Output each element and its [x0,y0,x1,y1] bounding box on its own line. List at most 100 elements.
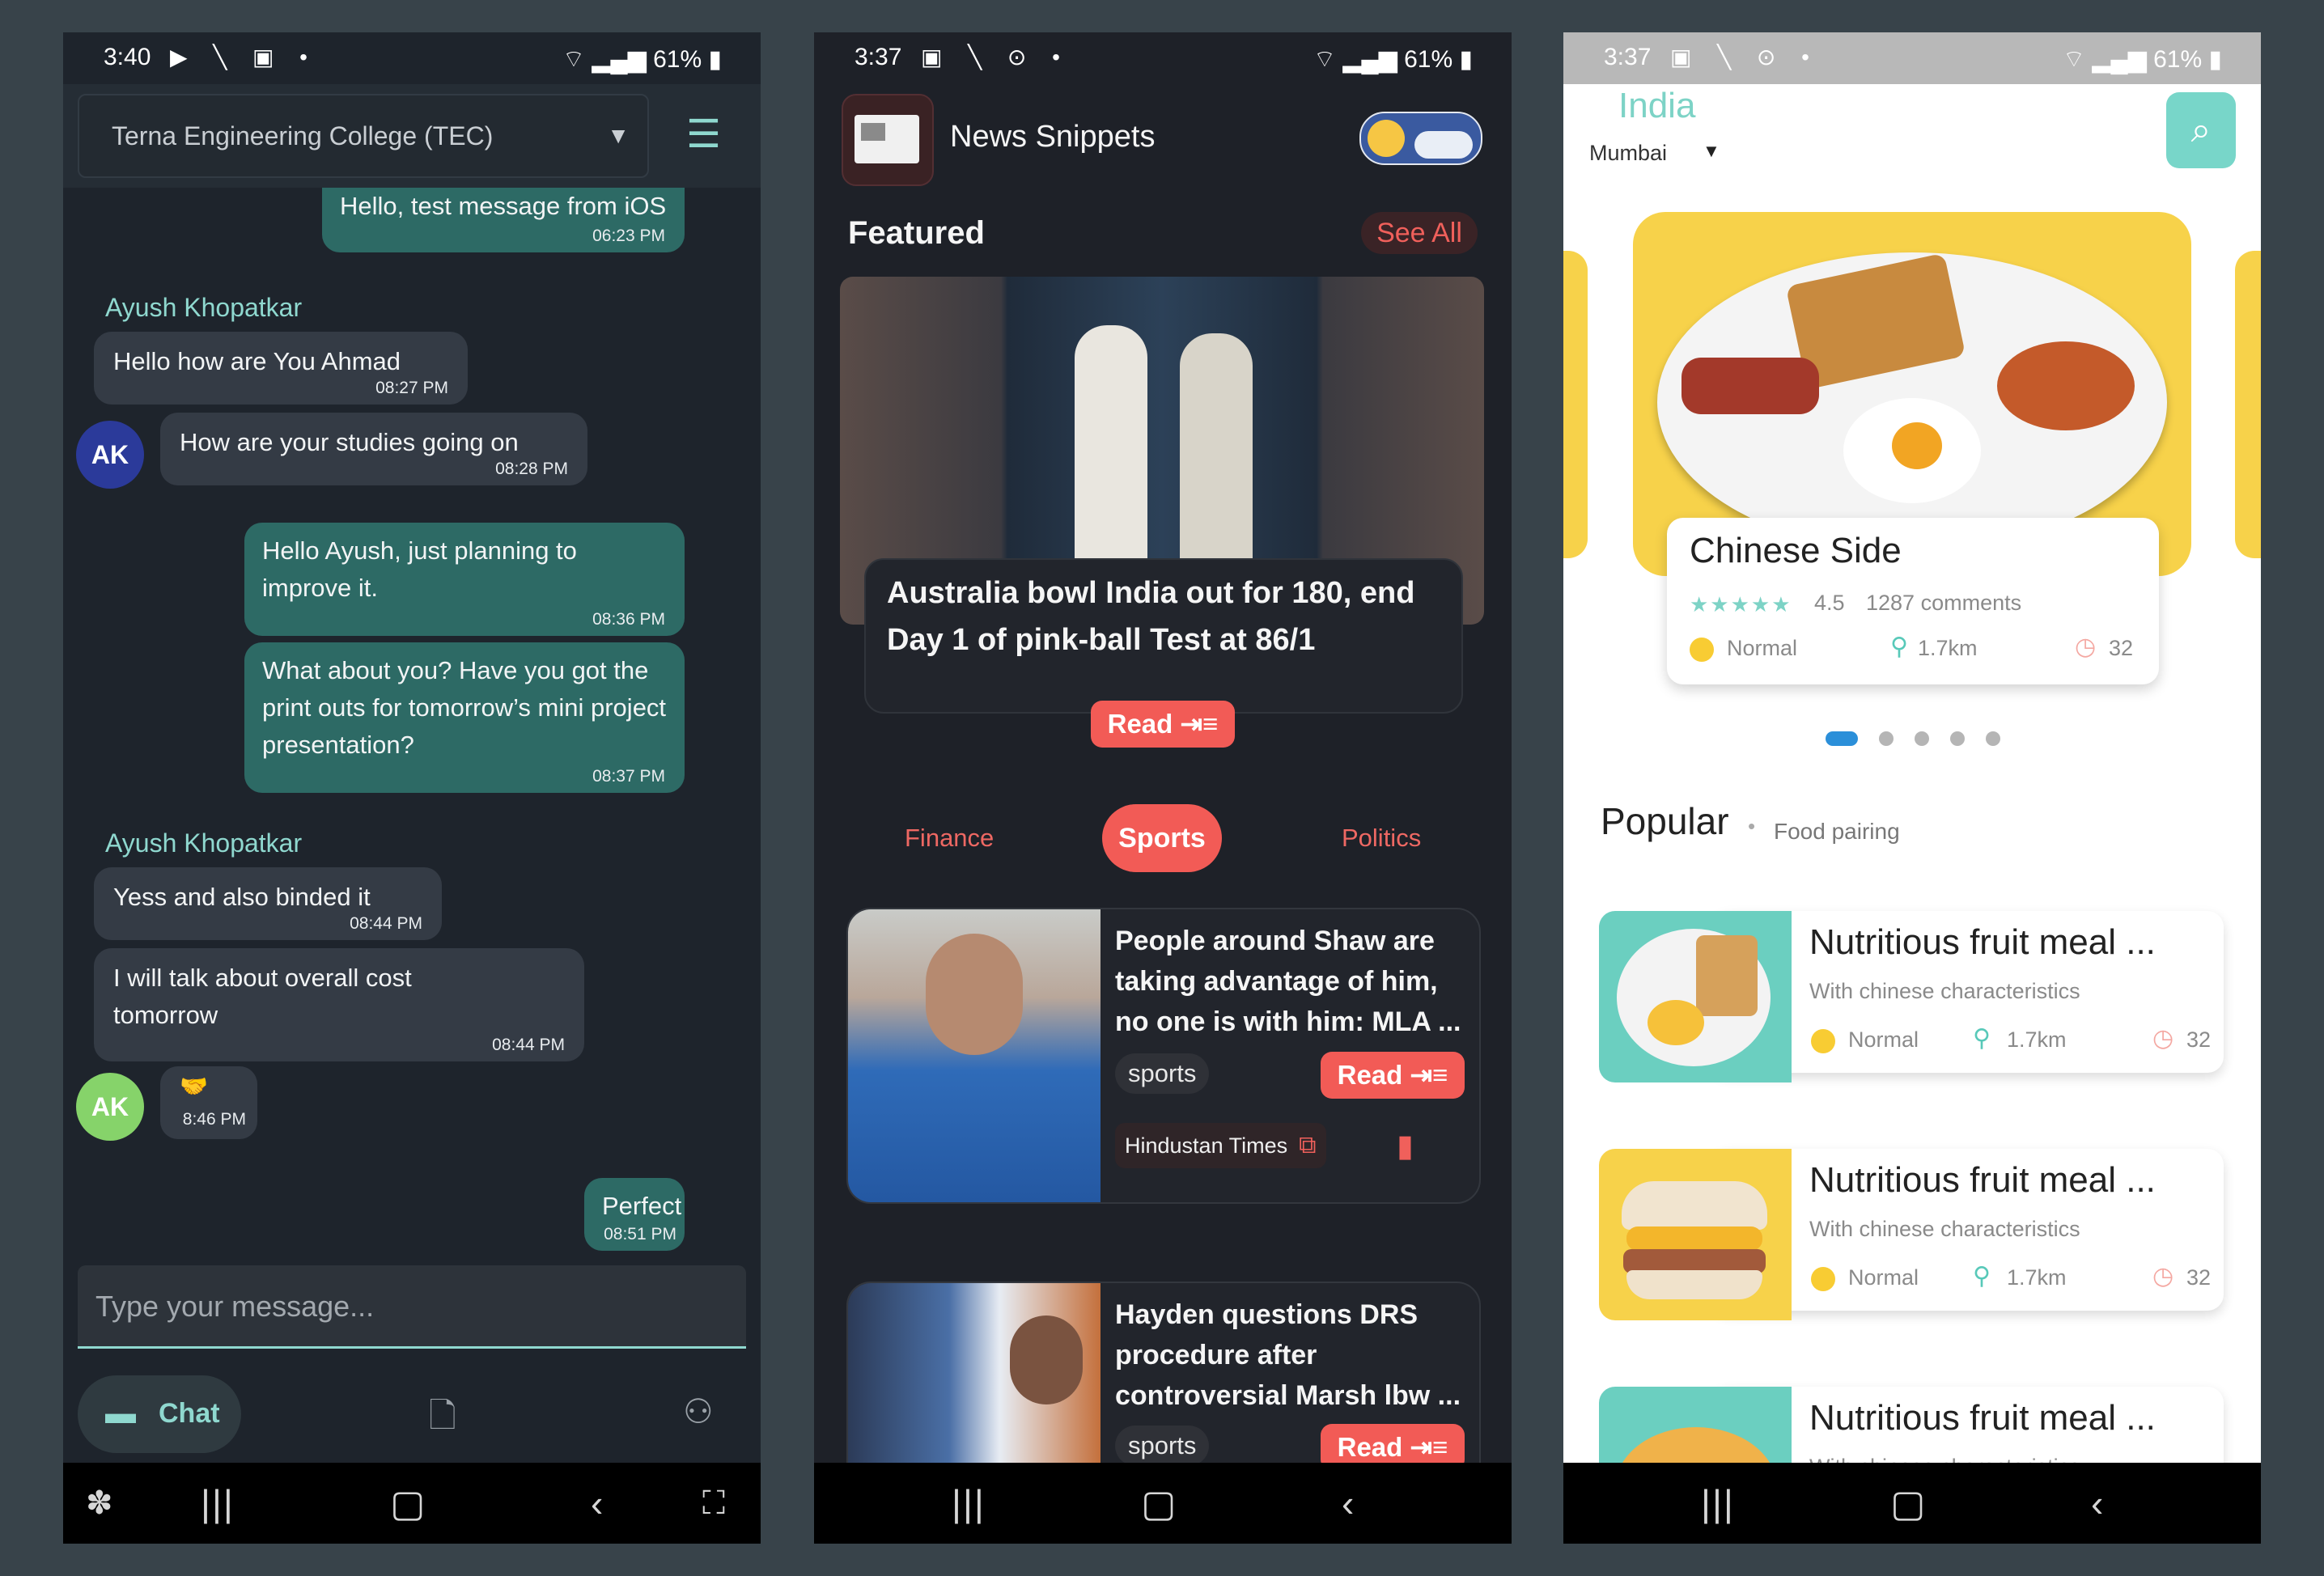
home-icon[interactable]: ▢ [390,1482,425,1524]
screenshot-icon[interactable]: ⛶ [702,1482,725,1524]
rating-value: 4.5 [1814,591,1845,615]
message-sent[interactable]: What about you? Have you got the print o… [244,642,685,793]
distance-text: 1.7km [2007,1265,2067,1290]
pager-dot-active[interactable] [1826,731,1858,746]
carousel-prev-card[interactable] [1563,251,1588,558]
location-pin-icon: ⚲ [1973,1025,1991,1052]
message-received[interactable]: I will talk about overall cost tomorrow … [94,948,584,1061]
person-figure [1010,1315,1083,1404]
back-icon[interactable]: ‹ [591,1482,603,1524]
list-menu-icon[interactable]: ☰ [686,112,721,157]
category-tag: sports [1115,1426,1210,1466]
item-subtitle: With chinese characteristics [1809,979,2080,1003]
news-thumbnail [848,909,1101,1202]
muffin-bun [1622,1181,1767,1230]
newspaper-icon [855,115,919,163]
message-sent[interactable]: Perfect 08:51 PM [584,1178,685,1251]
notification-icons: ▣ ╲ ⊙ • [1670,44,1819,70]
signal-icon: ⌔ ▂▄▆ [1313,46,1405,73]
category-finance[interactable]: Finance [905,824,994,853]
home-icon[interactable]: ▢ [1890,1482,1925,1524]
message-text: What about you? Have you got the print o… [262,656,667,759]
message-sent[interactable]: Hello, test message from iOS 06:23 PM [322,188,685,252]
tab-chat[interactable]: ▬ Chat [78,1375,241,1453]
message-text: Hello how are You Ahmad [113,347,401,375]
carousel-next-card[interactable] [2235,251,2261,558]
location-pin-icon: ⚲ [1890,633,1908,660]
status-battery: ⌔ ▂▄▆ 61% ▮ [562,44,722,74]
source-name: Hindustan Times [1125,1133,1288,1158]
arrow-list-icon: ⇥≡ [1180,709,1219,739]
system-nav-bar: ||| ▢ ‹ [814,1463,1512,1544]
avatar[interactable]: AK [76,421,144,489]
message-received[interactable]: 🤝 8:46 PM [160,1066,257,1139]
read-button[interactable]: Read ⇥≡ [1321,1052,1465,1099]
clock-icon: ◷ [2075,633,2097,660]
pager-dot[interactable] [1950,731,1965,746]
location-city-dropdown[interactable]: Mumbai [1589,141,1667,166]
back-icon[interactable]: ‹ [1342,1482,1354,1524]
profile-icon[interactable]: ⚇ [683,1392,714,1431]
message-text: Hello, test message from iOS [340,192,667,220]
home-icon[interactable]: ▢ [1141,1482,1176,1524]
signal-icon: ⌔ ▂▄▆ [562,46,654,73]
bacon [1682,358,1819,414]
college-dropdown[interactable]: Terna Engineering College (TEC) ▼ [78,94,649,178]
message-time: 08:28 PM [495,460,568,478]
level-text: Normal [1848,1027,1919,1052]
battery-icon: ▮ [702,46,722,73]
recents-icon[interactable]: ||| [952,1482,986,1524]
popular-item-card[interactable]: Nutritious fruit meal ... With chinese c… [1599,911,2224,1082]
status-battery: ⌔ ▂▄▆ 61% ▮ [2063,44,2222,74]
chat-header: Terna Engineering College (TEC) ▼ ☰ [63,84,761,188]
bookmark-icon[interactable]: ▮ [1397,1128,1414,1164]
battery-icon: ▮ [2202,46,2222,73]
message-input[interactable] [94,1286,728,1327]
category-sports[interactable]: Sports [1102,804,1222,872]
pager-dot[interactable] [1915,731,1929,746]
sender-name: Ayush Khopatkar [105,293,303,322]
search-button[interactable]: ⌕ [2166,92,2236,168]
chat-phone-screen: 3:40 ▶ ╲ ▣ • ⌔ ▂▄▆ 61% ▮ Terna Engineeri… [63,32,761,1544]
status-time: 3:40 [104,44,151,70]
message-received[interactable]: How are your studies going on 08:28 PM [160,413,587,485]
document-add-icon[interactable]: 🗋 [429,1392,456,1449]
distance-text: 1.7km [2007,1027,2067,1052]
message-input-container [78,1265,746,1349]
recents-icon[interactable]: ||| [201,1482,235,1524]
time-text: 32 [2186,1027,2212,1052]
news-card[interactable]: People around Shaw are taking advantage … [846,908,1481,1204]
cloud-icon [1414,131,1473,159]
level-dot-icon [1811,1267,1835,1291]
message-received[interactable]: Yess and also binded it 08:44 PM [94,867,442,940]
see-all-button[interactable]: See All [1361,212,1478,254]
category-politics[interactable]: Politics [1342,824,1421,853]
avatar[interactable]: AK [76,1073,144,1141]
featured-card[interactable]: Australia bowl India out for 180, end Da… [864,558,1463,714]
recents-icon[interactable]: ||| [1701,1482,1735,1524]
caret-down-icon[interactable]: ▼ [1703,141,1720,162]
toast [1696,935,1758,1016]
popular-heading: Popular [1601,800,1729,842]
pager-dot[interactable] [1879,731,1894,746]
pager-dot[interactable] [1986,731,2000,746]
location-pin-icon: ⚲ [1973,1263,1991,1290]
breakfast-plate-image [1657,252,2167,552]
item-title: Nutritious fruit meal ... [1809,922,2156,962]
message-received[interactable]: Hello how are You Ahmad 08:27 PM [94,332,468,405]
news-headline: Hayden questions DRS procedure after con… [1115,1299,1461,1411]
back-icon[interactable]: ‹ [2091,1482,2103,1524]
status-bar: 3:40 ▶ ╲ ▣ • ⌔ ▂▄▆ 61% ▮ [63,32,761,84]
message-time: 08:36 PM [592,610,665,629]
read-label: Read [1337,1432,1403,1462]
popular-item-card[interactable]: Nutritious fruit meal ... With chinese c… [1599,1149,2224,1320]
fried-egg [1648,1000,1704,1045]
source-link[interactable]: Hindustan Times ⧉ [1115,1123,1326,1168]
message-time: 08:44 PM [492,1036,565,1054]
featured-info-card[interactable]: Chinese Side ★★★★★ 4.5 1287 comments Nor… [1667,518,2159,684]
game-launcher-icon[interactable]: ✽ [86,1482,113,1524]
read-button[interactable]: Read ⇥≡ [1091,701,1235,748]
beans [1997,341,2135,430]
message-sent[interactable]: Hello Ayush, just planning to improve it… [244,523,685,636]
theme-toggle[interactable] [1359,112,1482,165]
